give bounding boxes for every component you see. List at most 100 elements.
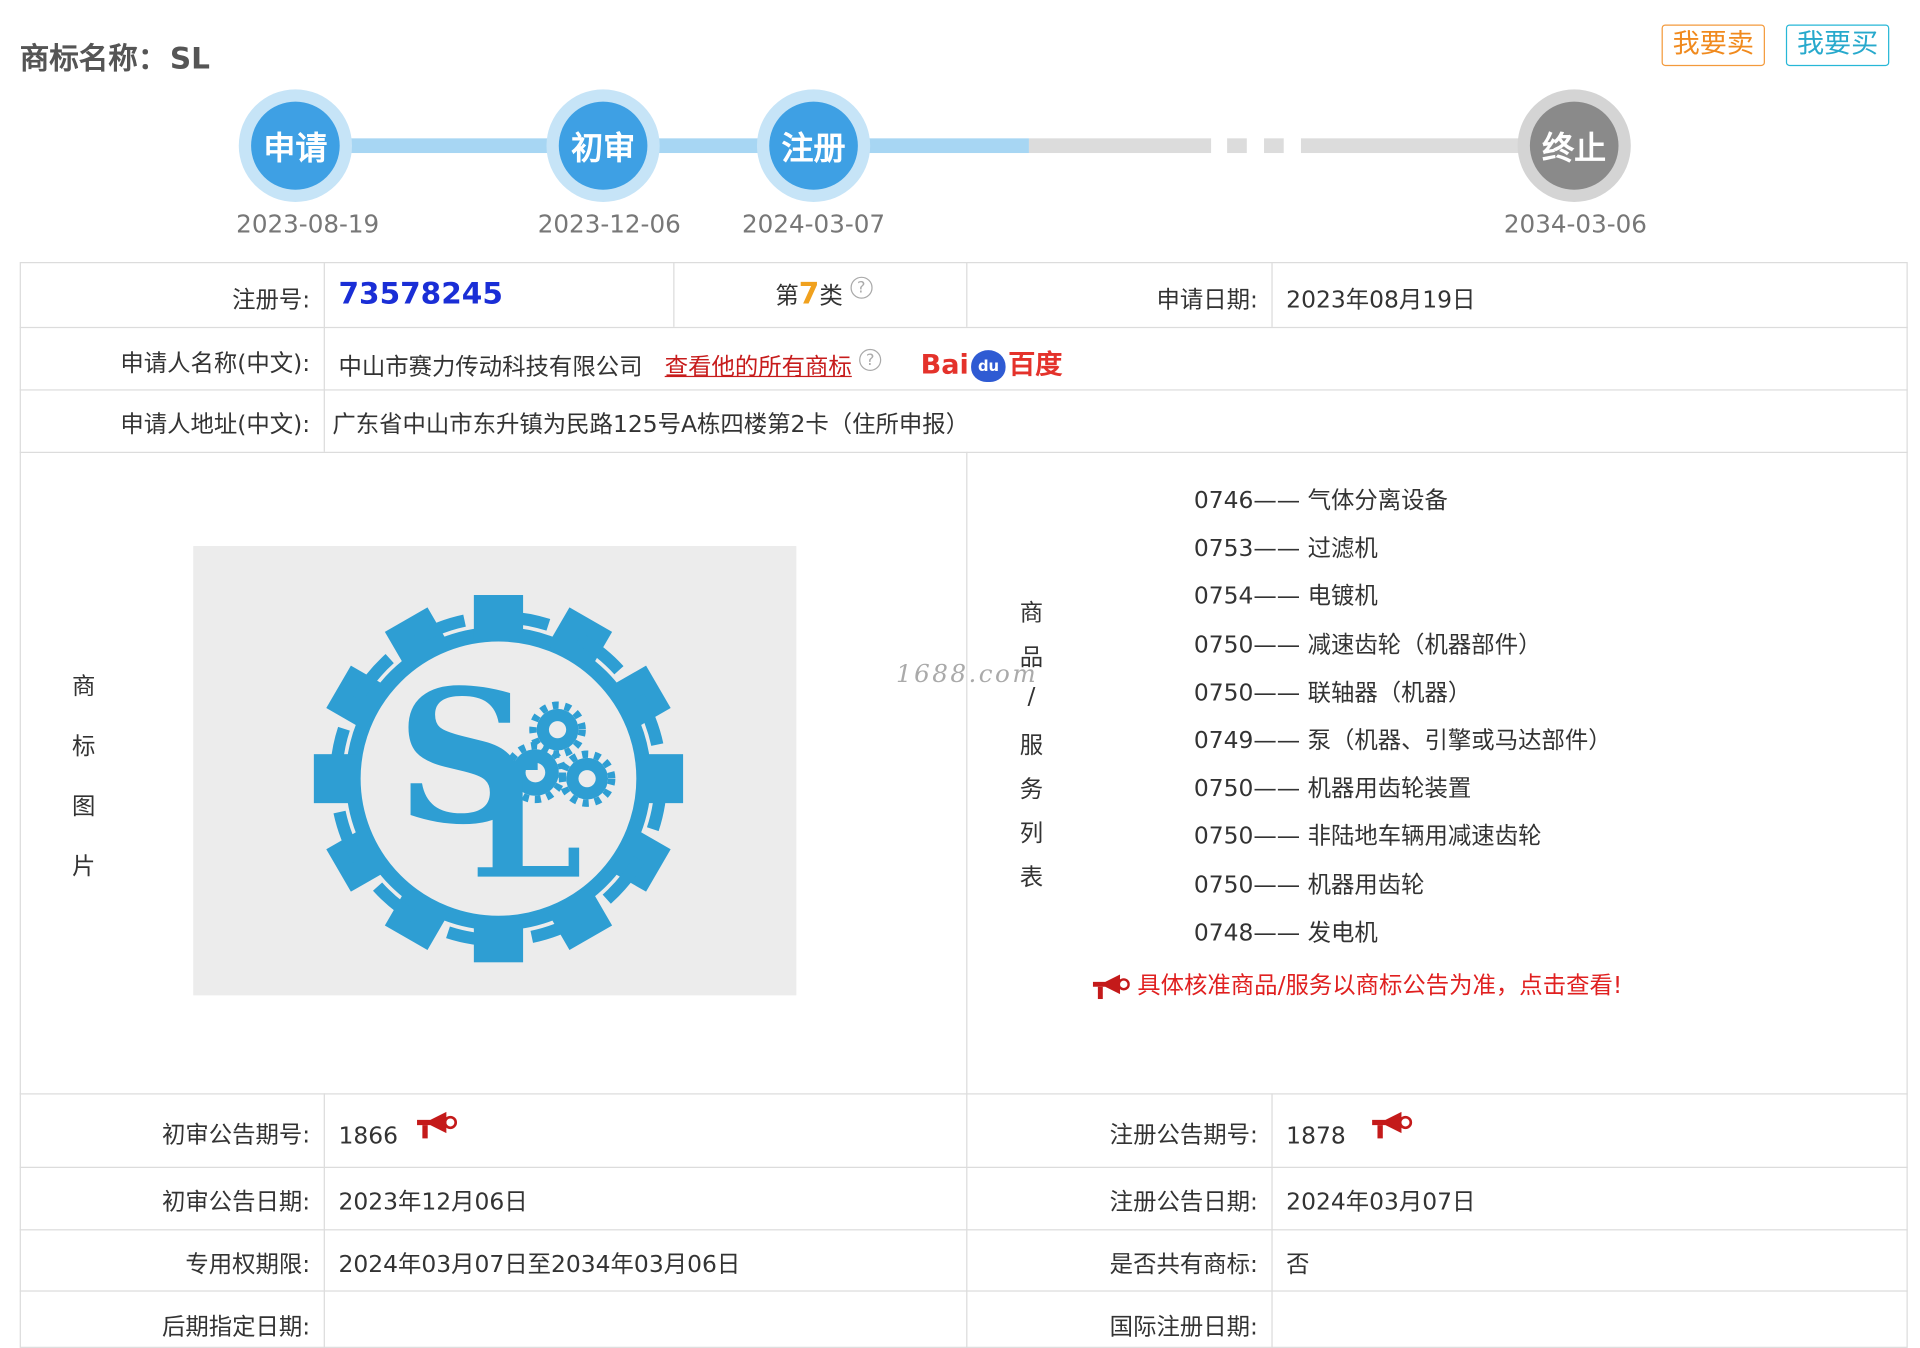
timeline-step-terminate: 终止 [1517, 89, 1631, 203]
goods-code: 0750 [1193, 823, 1254, 851]
col-divider [323, 1093, 325, 1348]
help-icon[interactable]: ? [850, 276, 873, 299]
step-label: 申请 [251, 101, 340, 190]
timeline-step-register: 注册 [756, 89, 871, 203]
class-value: 第7类? [775, 276, 873, 311]
row-divider [19, 326, 1908, 329]
goods-notice-link[interactable]: 具体核准商品/服务以商标公告为准，点击查看! [1090, 967, 1622, 1001]
page-title: 商标名称： SL [20, 34, 210, 77]
timeline-dash [1227, 138, 1247, 154]
label-char: 务 [1019, 776, 1044, 804]
list-item: 0748—— 发电机 [1193, 919, 1378, 947]
goods-name: 发电机 [1307, 919, 1378, 947]
list-item: 0750—— 联轴器（机器） [1193, 679, 1472, 707]
goods-name: 机器用齿轮装置 [1307, 775, 1472, 803]
timeline-dash [1264, 138, 1284, 154]
goods-name: 机器用齿轮 [1307, 871, 1425, 899]
goods-code: 0748 [1193, 919, 1254, 947]
prelim-date-value: 2023年12月06日 [338, 1188, 528, 1216]
image-section-label: 商 标 图 片 [69, 668, 99, 908]
label-char: / [1027, 683, 1036, 711]
apply-date-label: 申请日期: [1156, 286, 1258, 314]
page: 商标名称： SL 我要卖 我要买 申请 初审 注册 终止 2023-08-19 2… [0, 0, 1920, 1348]
step-label: 终止 [1529, 101, 1619, 190]
list-item: 0754—— 电镀机 [1193, 583, 1378, 611]
timeline-pending-track [1028, 138, 1212, 154]
label-char: 图 [71, 793, 96, 821]
goods-name: 减速齿轮（机器部件） [1307, 631, 1542, 659]
goods-list: 0746—— 气体分离设备 0753—— 过滤机 0754—— 电镀机 0750… [1194, 482, 1612, 962]
col-divider [966, 451, 968, 1348]
goods-code: 0750 [1193, 775, 1254, 803]
goods-name: 气体分离设备 [1307, 487, 1448, 515]
goods-code: 0750 [1193, 679, 1254, 707]
megaphone-icon[interactable] [414, 1109, 458, 1141]
sell-button[interactable]: 我要卖 [1661, 24, 1765, 67]
list-item: 0750—— 减速齿轮（机器部件） [1193, 631, 1542, 659]
class-number: 7 [798, 276, 820, 311]
address-label: 申请人地址(中文): [120, 411, 311, 439]
label-char: 标 [71, 733, 96, 761]
megaphone-icon[interactable] [1369, 1109, 1413, 1141]
goods-code: 0750 [1193, 631, 1254, 659]
list-item: 0746—— 气体分离设备 [1193, 487, 1448, 515]
col-divider [323, 262, 325, 452]
step-date: 2023-12-06 [537, 209, 681, 239]
logo-letter-l: L [470, 727, 583, 915]
trademark-name: SL [169, 41, 210, 76]
exclusive-value: 2024年03月07日至2034年03月06日 [338, 1251, 741, 1279]
step-date: 2034-03-06 [1503, 209, 1647, 239]
applicant-row: 中山市赛力传动科技有限公司 查看他的所有商标? [338, 348, 882, 382]
prelim-no-label: 初审公告期号: [161, 1121, 311, 1149]
baidu-logo-text: 百度 [1008, 350, 1063, 381]
col-divider [966, 262, 968, 327]
baidu-search-link[interactable]: Bai du 百度 [920, 343, 1063, 382]
applicant-value: 中山市赛力传动科技有限公司 [338, 353, 643, 381]
prelim-date-label: 初审公告日期: [161, 1188, 311, 1216]
timeline-step-prelim: 初审 [546, 89, 660, 203]
list-item: 0749—— 泵（机器、引擎或马达部件） [1193, 727, 1612, 755]
step-date: 2023-08-19 [236, 209, 380, 239]
shared-value: 否 [1286, 1251, 1310, 1279]
row-divider [19, 1229, 1908, 1231]
help-icon[interactable]: ? [859, 348, 882, 371]
goods-name: 泵（机器、引擎或马达部件） [1307, 727, 1612, 755]
goods-name: 非陆地车辆用减速齿轮 [1307, 823, 1542, 851]
applicant-label: 申请人名称(中文): [120, 350, 311, 378]
reg-pub-no-label: 注册公告期号: [1109, 1121, 1258, 1149]
label-char: 表 [1019, 864, 1044, 892]
list-item: 0750—— 机器用齿轮装置 [1193, 775, 1472, 803]
label-char: 商 [1019, 599, 1044, 627]
megaphone-icon [1092, 973, 1130, 999]
baidu-logo-text: Bai [920, 350, 969, 381]
row-divider [19, 1290, 1908, 1292]
timeline-step-apply: 申请 [238, 89, 353, 203]
goods-name: 联轴器（机器） [1307, 679, 1472, 707]
baidu-paw-icon: du [971, 350, 1006, 382]
goods-name: 过滤机 [1307, 535, 1378, 563]
address-value: 广东省中山市东升镇为民路125号A栋四楼第2卡（住所申报） [332, 411, 970, 439]
buy-button[interactable]: 我要买 [1785, 24, 1890, 67]
step-date: 2024-03-07 [742, 209, 886, 239]
reg-pub-date-value: 2024年03月07日 [1286, 1188, 1476, 1216]
timeline-progress-track [295, 138, 1029, 154]
step-label: 注册 [769, 101, 858, 190]
goods-notice-text: 具体核准商品/服务以商标公告为准，点击查看! [1137, 972, 1623, 1000]
reg-no-value: 73578245 [338, 276, 503, 311]
apply-date-value: 2023年08月19日 [1286, 286, 1476, 314]
exclusive-label: 专用权期限: [185, 1251, 311, 1279]
goods-name: 电镀机 [1307, 583, 1378, 611]
prelim-no-value: 1866 [338, 1122, 398, 1150]
list-item: 0753—— 过滤机 [1193, 535, 1378, 563]
goods-code: 0750 [1193, 871, 1254, 899]
row-divider [19, 389, 1908, 391]
class-prefix: 第 [775, 282, 799, 310]
label-char: 商 [71, 673, 96, 701]
label-char: 品 [1019, 643, 1044, 671]
all-marks-link[interactable]: 查看他的所有商标 [665, 354, 852, 381]
label-char: 列 [1019, 820, 1044, 848]
list-item: 0750—— 机器用齿轮 [1193, 871, 1425, 899]
list-item: 0750—— 非陆地车辆用减速齿轮 [1193, 823, 1542, 851]
label-char: 服 [1019, 732, 1044, 760]
intl-date-label: 国际注册日期: [1109, 1313, 1258, 1341]
